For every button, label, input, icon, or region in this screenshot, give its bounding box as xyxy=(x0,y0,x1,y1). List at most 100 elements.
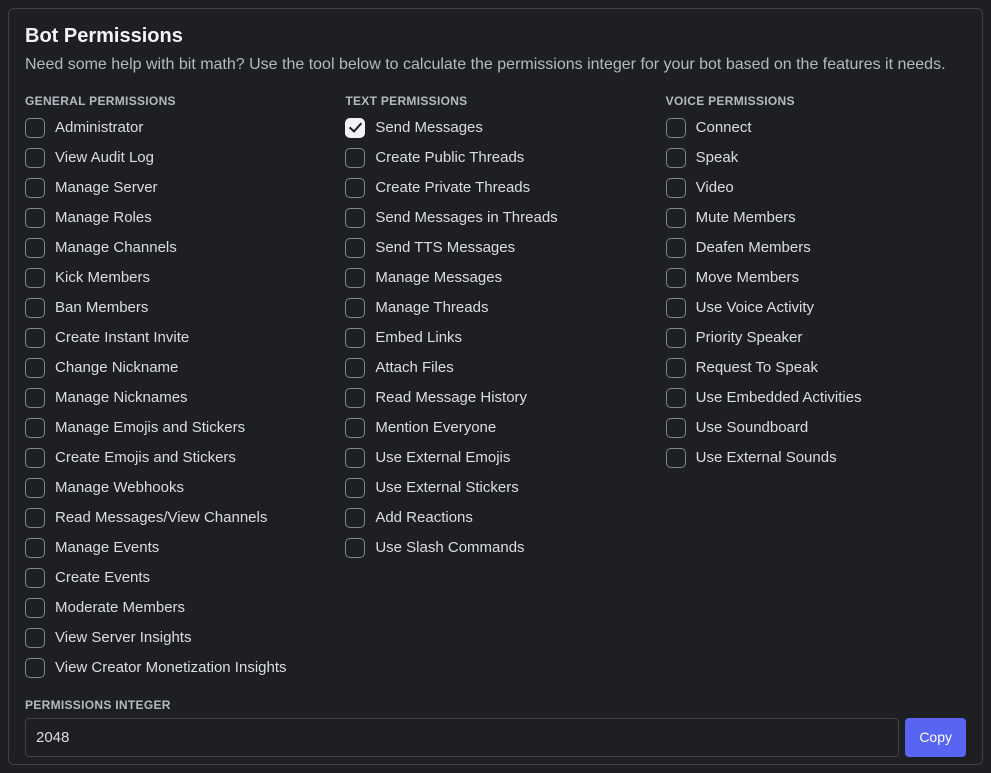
permission-move-members[interactable]: Move Members xyxy=(666,268,966,288)
checkbox-connect[interactable] xyxy=(666,118,686,138)
checkbox-manage-server[interactable] xyxy=(25,178,45,198)
permission-create-private-threads[interactable]: Create Private Threads xyxy=(345,178,645,198)
checkbox-speak[interactable] xyxy=(666,148,686,168)
permission-create-public-threads[interactable]: Create Public Threads xyxy=(345,148,645,168)
checkbox-move-members[interactable] xyxy=(666,268,686,288)
permission-mention-everyone[interactable]: Mention Everyone xyxy=(345,418,645,438)
permission-read-messages-view-channels[interactable]: Read Messages/View Channels xyxy=(25,508,325,528)
permission-video[interactable]: Video xyxy=(666,178,966,198)
panel-subtitle: Need some help with bit math? Use the to… xyxy=(25,54,966,76)
checkbox-manage-webhooks[interactable] xyxy=(25,478,45,498)
checkbox-send-tts-messages[interactable] xyxy=(345,238,365,258)
checkbox-video[interactable] xyxy=(666,178,686,198)
permission-view-audit-log[interactable]: View Audit Log xyxy=(25,148,325,168)
permission-read-message-history[interactable]: Read Message History xyxy=(345,388,645,408)
checkbox-add-reactions[interactable] xyxy=(345,508,365,528)
permission-use-external-stickers[interactable]: Use External Stickers xyxy=(345,478,645,498)
checkbox-administrator[interactable] xyxy=(25,118,45,138)
checkbox-mute-members[interactable] xyxy=(666,208,686,228)
checkbox-attach-files[interactable] xyxy=(345,358,365,378)
permission-use-external-sounds[interactable]: Use External Sounds xyxy=(666,448,966,468)
permission-manage-channels[interactable]: Manage Channels xyxy=(25,238,325,258)
checkbox-create-instant-invite[interactable] xyxy=(25,328,45,348)
checkbox-send-messages[interactable] xyxy=(345,118,365,138)
checkbox-priority-speaker[interactable] xyxy=(666,328,686,348)
permission-label: Create Public Threads xyxy=(375,149,524,167)
permission-create-instant-invite[interactable]: Create Instant Invite xyxy=(25,328,325,348)
permission-label: Manage Threads xyxy=(375,299,488,317)
permission-manage-messages[interactable]: Manage Messages xyxy=(345,268,645,288)
permission-use-soundboard[interactable]: Use Soundboard xyxy=(666,418,966,438)
checkbox-manage-roles[interactable] xyxy=(25,208,45,228)
checkbox-moderate-members[interactable] xyxy=(25,598,45,618)
permission-manage-emojis-and-stickers[interactable]: Manage Emojis and Stickers xyxy=(25,418,325,438)
checkbox-use-voice-activity[interactable] xyxy=(666,298,686,318)
checkbox-mention-everyone[interactable] xyxy=(345,418,365,438)
permission-kick-members[interactable]: Kick Members xyxy=(25,268,325,288)
permission-label: Use External Stickers xyxy=(375,479,518,497)
checkbox-manage-events[interactable] xyxy=(25,538,45,558)
checkbox-use-soundboard[interactable] xyxy=(666,418,686,438)
checkbox-send-messages-in-threads[interactable] xyxy=(345,208,365,228)
checkbox-read-messages-view-channels[interactable] xyxy=(25,508,45,528)
checkbox-use-external-emojis[interactable] xyxy=(345,448,365,468)
permission-speak[interactable]: Speak xyxy=(666,148,966,168)
voice-permissions-column: VOICE PERMISSIONS ConnectSpeakVideoMute … xyxy=(666,94,966,688)
checkbox-create-private-threads[interactable] xyxy=(345,178,365,198)
permission-use-slash-commands[interactable]: Use Slash Commands xyxy=(345,538,645,558)
permission-mute-members[interactable]: Mute Members xyxy=(666,208,966,228)
permission-send-messages-in-threads[interactable]: Send Messages in Threads xyxy=(345,208,645,228)
permission-manage-roles[interactable]: Manage Roles xyxy=(25,208,325,228)
permission-create-events[interactable]: Create Events xyxy=(25,568,325,588)
permission-manage-events[interactable]: Manage Events xyxy=(25,538,325,558)
checkbox-kick-members[interactable] xyxy=(25,268,45,288)
permission-connect[interactable]: Connect xyxy=(666,118,966,138)
checkbox-manage-messages[interactable] xyxy=(345,268,365,288)
permission-priority-speaker[interactable]: Priority Speaker xyxy=(666,328,966,348)
permission-manage-webhooks[interactable]: Manage Webhooks xyxy=(25,478,325,498)
permission-deafen-members[interactable]: Deafen Members xyxy=(666,238,966,258)
permission-moderate-members[interactable]: Moderate Members xyxy=(25,598,325,618)
checkbox-create-public-threads[interactable] xyxy=(345,148,365,168)
checkbox-view-creator-monetization-insights[interactable] xyxy=(25,658,45,678)
permission-add-reactions[interactable]: Add Reactions xyxy=(345,508,645,528)
checkbox-ban-members[interactable] xyxy=(25,298,45,318)
checkbox-create-emojis-and-stickers[interactable] xyxy=(25,448,45,468)
permission-send-tts-messages[interactable]: Send TTS Messages xyxy=(345,238,645,258)
checkbox-view-server-insights[interactable] xyxy=(25,628,45,648)
permission-attach-files[interactable]: Attach Files xyxy=(345,358,645,378)
checkbox-embed-links[interactable] xyxy=(345,328,365,348)
checkbox-create-events[interactable] xyxy=(25,568,45,588)
checkbox-manage-threads[interactable] xyxy=(345,298,365,318)
checkbox-use-external-sounds[interactable] xyxy=(666,448,686,468)
checkbox-manage-nicknames[interactable] xyxy=(25,388,45,408)
permission-ban-members[interactable]: Ban Members xyxy=(25,298,325,318)
checkbox-change-nickname[interactable] xyxy=(25,358,45,378)
checkbox-use-external-stickers[interactable] xyxy=(345,478,365,498)
permission-manage-nicknames[interactable]: Manage Nicknames xyxy=(25,388,325,408)
checkbox-manage-channels[interactable] xyxy=(25,238,45,258)
checkbox-request-to-speak[interactable] xyxy=(666,358,686,378)
permission-embed-links[interactable]: Embed Links xyxy=(345,328,645,348)
copy-button[interactable]: Copy xyxy=(905,718,966,757)
checkbox-deafen-members[interactable] xyxy=(666,238,686,258)
permission-view-creator-monetization-insights[interactable]: View Creator Monetization Insights xyxy=(25,658,325,678)
permission-change-nickname[interactable]: Change Nickname xyxy=(25,358,325,378)
checkbox-use-slash-commands[interactable] xyxy=(345,538,365,558)
checkbox-read-message-history[interactable] xyxy=(345,388,365,408)
permissions-integer-input[interactable] xyxy=(25,718,899,757)
permission-administrator[interactable]: Administrator xyxy=(25,118,325,138)
permission-use-embedded-activities[interactable]: Use Embedded Activities xyxy=(666,388,966,408)
permission-manage-threads[interactable]: Manage Threads xyxy=(345,298,645,318)
permission-use-voice-activity[interactable]: Use Voice Activity xyxy=(666,298,966,318)
permission-send-messages[interactable]: Send Messages xyxy=(345,118,645,138)
checkbox-manage-emojis-and-stickers[interactable] xyxy=(25,418,45,438)
permission-manage-server[interactable]: Manage Server xyxy=(25,178,325,198)
checkbox-use-embedded-activities[interactable] xyxy=(666,388,686,408)
permission-use-external-emojis[interactable]: Use External Emojis xyxy=(345,448,645,468)
permission-view-server-insights[interactable]: View Server Insights xyxy=(25,628,325,648)
permission-request-to-speak[interactable]: Request To Speak xyxy=(666,358,966,378)
permission-create-emojis-and-stickers[interactable]: Create Emojis and Stickers xyxy=(25,448,325,468)
checkbox-view-audit-log[interactable] xyxy=(25,148,45,168)
permission-label: Mention Everyone xyxy=(375,419,496,437)
